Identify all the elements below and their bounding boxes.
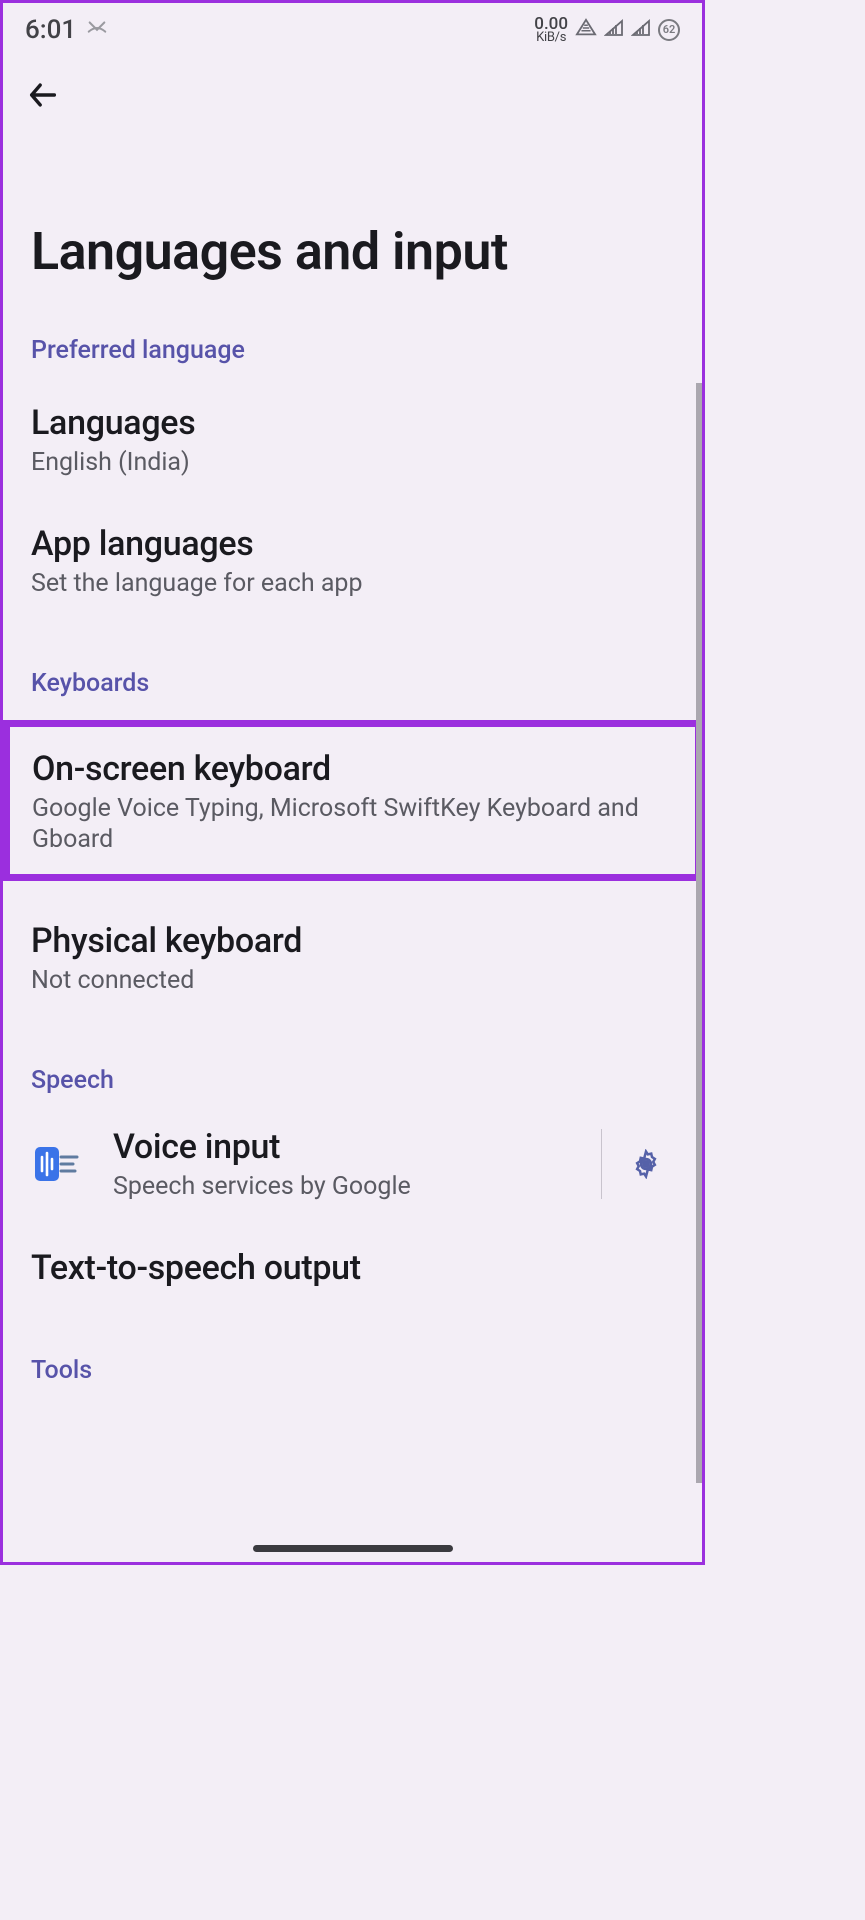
status-right: 0.00 KiB/s 62 — [534, 17, 680, 42]
status-bar: 6:01 0.00 KiB/s 62 — [3, 3, 702, 51]
item-app-languages-sub: Set the language for each app — [31, 568, 674, 599]
voice-input-sub: Speech services by Google — [113, 1171, 581, 1202]
item-physical-keyboard[interactable]: Physical keyboard Not connected — [3, 893, 702, 1014]
signal-2-icon — [631, 19, 651, 41]
missed-call-icon — [86, 18, 108, 42]
section-preferred-language: Preferred language — [3, 280, 702, 375]
scrollbar[interactable] — [696, 383, 702, 1483]
item-physical-keyboard-sub: Not connected — [31, 965, 674, 996]
section-keyboards: Keyboards — [3, 617, 702, 708]
status-time: 6:01 — [25, 15, 76, 45]
voice-input-settings-button[interactable] — [622, 1140, 670, 1188]
section-speech: Speech — [3, 1014, 702, 1105]
item-languages[interactable]: Languages English (India) — [3, 375, 702, 496]
data-rate: 0.00 KiB/s — [534, 17, 568, 42]
page-title: Languages and input — [3, 115, 702, 280]
item-physical-keyboard-title: Physical keyboard — [31, 921, 674, 961]
back-button[interactable] — [23, 75, 63, 115]
item-languages-sub: English (India) — [31, 447, 674, 478]
voice-input-text: Voice input Speech services by Google — [113, 1127, 581, 1202]
nav-handle[interactable] — [253, 1545, 453, 1552]
voice-input-icon — [31, 1139, 81, 1189]
item-on-screen-keyboard-sub: Google Voice Typing, Microsoft SwiftKey … — [32, 793, 673, 856]
item-languages-title: Languages — [31, 403, 674, 443]
battery-icon: 62 — [658, 19, 680, 41]
status-left: 6:01 — [25, 15, 108, 45]
item-tts-title: Text-to-speech output — [31, 1248, 674, 1288]
signal-1-icon — [604, 19, 624, 41]
item-voice-input[interactable]: Voice input Speech services by Google — [3, 1105, 702, 1220]
item-on-screen-keyboard[interactable]: On-screen keyboard Google Voice Typing, … — [3, 720, 702, 881]
section-tools: Tools — [3, 1306, 702, 1385]
item-tts[interactable]: Text-to-speech output — [3, 1220, 702, 1306]
item-app-languages[interactable]: App languages Set the language for each … — [3, 496, 702, 617]
item-app-languages-title: App languages — [31, 524, 674, 564]
item-on-screen-keyboard-title: On-screen keyboard — [32, 749, 673, 789]
divider — [601, 1129, 602, 1199]
toolbar — [3, 51, 702, 115]
voice-input-title: Voice input — [113, 1127, 581, 1167]
wifi-icon — [575, 18, 597, 42]
